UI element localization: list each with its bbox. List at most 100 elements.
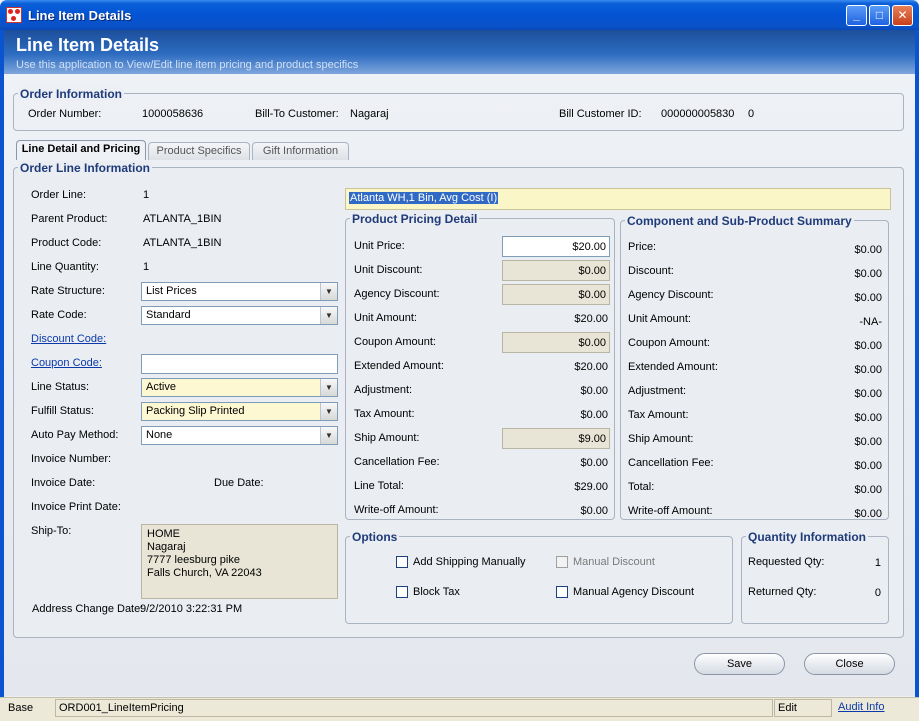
rate-structure-select[interactable]: List Prices ▼ xyxy=(141,282,338,301)
summary-amount-value: $0.00 xyxy=(854,508,882,520)
product-code-value: ATLANTA_1BIN xyxy=(143,237,222,249)
chevron-down-icon[interactable]: ▼ xyxy=(320,307,337,324)
pricing-row-label: Cancellation Fee: xyxy=(354,456,440,468)
summary-amount-value: $0.00 xyxy=(854,268,882,280)
auto-pay-method-value: None xyxy=(146,429,173,441)
audit-info-link[interactable]: Audit Info xyxy=(838,701,884,713)
quantity-information-group: Quantity Information xyxy=(741,530,889,624)
pricing-row-label: Write-off Amount: xyxy=(354,504,439,516)
pricing-row-label: Adjustment: xyxy=(354,384,413,396)
auto-pay-method-label: Auto Pay Method: xyxy=(31,429,119,441)
bill-customer-id-suffix: 0 xyxy=(748,108,755,120)
invoice-print-date-label: Invoice Print Date: xyxy=(31,501,121,513)
requested-qty-value: 1 xyxy=(874,557,881,569)
order-line-label: Order Line: xyxy=(31,189,87,201)
returned-qty-label: Returned Qty: xyxy=(748,586,817,598)
summary-row-label: Cancellation Fee: xyxy=(628,457,714,469)
invoice-date-label: Invoice Date: xyxy=(31,477,96,489)
line-status-value: Active xyxy=(146,381,176,393)
pricing-row-label: Unit Price: xyxy=(354,240,405,252)
rate-structure-label: Rate Structure: xyxy=(31,285,105,297)
chevron-down-icon[interactable]: ▼ xyxy=(320,427,337,444)
pricing-amount-value: $0.00 xyxy=(580,505,608,517)
order-line-information-legend: Order Line Information xyxy=(18,161,153,175)
bill-customer-id-value: 000000005830 xyxy=(661,108,735,120)
fulfill-status-select[interactable]: Packing Slip Printed ▼ xyxy=(141,402,338,421)
add-shipping-manually-checkbox[interactable] xyxy=(396,556,408,568)
add-shipping-manually-label: Add Shipping Manually xyxy=(413,556,526,568)
address-change-date-value: 9/2/2010 3:22:31 PM xyxy=(140,603,243,615)
requested-qty-label: Requested Qty: xyxy=(748,556,825,568)
summary-row-label: Ship Amount: xyxy=(628,433,694,445)
pricing-amount-value: $0.00 xyxy=(580,385,608,397)
minimize-button[interactable]: _ xyxy=(846,5,867,26)
line-quantity-label: Line Quantity: xyxy=(31,261,99,273)
ship-to-line: HOME xyxy=(147,528,180,540)
summary-row-label: Extended Amount: xyxy=(628,361,718,373)
pricing-row-label: Unit Discount: xyxy=(354,264,423,276)
pricing-amount-value: $20.00 xyxy=(574,361,608,373)
summary-row-label: Agency Discount: xyxy=(628,289,714,301)
status-mode: Edit xyxy=(774,699,832,717)
component-summary-legend: Component and Sub-Product Summary xyxy=(625,214,854,228)
maximize-button[interactable]: □ xyxy=(869,5,890,26)
product-pricing-detail-legend: Product Pricing Detail xyxy=(350,212,480,226)
coupon-code-link[interactable]: Coupon Code: xyxy=(31,357,102,369)
window-title-bar[interactable] xyxy=(0,0,919,30)
tab-product-specifics[interactable]: Product Specifics xyxy=(148,142,250,160)
block-tax-label: Block Tax xyxy=(413,586,460,598)
rate-code-label: Rate Code: xyxy=(31,309,87,321)
chevron-down-icon[interactable]: ▼ xyxy=(320,283,337,300)
summary-row-label: Unit Amount: xyxy=(628,313,691,325)
status-form-id: ORD001_LineItemPricing xyxy=(55,699,773,717)
summary-row-label: Price: xyxy=(628,241,657,253)
pricing-row-label: Extended Amount: xyxy=(354,360,444,372)
fulfill-status-label: Fulfill Status: xyxy=(31,405,94,417)
block-tax-checkbox[interactable] xyxy=(396,586,408,598)
rate-structure-value: List Prices xyxy=(146,285,197,297)
close-button[interactable]: Close xyxy=(804,653,895,675)
manual-discount-checkbox[interactable] xyxy=(556,556,568,568)
coupon-code-input[interactable] xyxy=(141,354,338,374)
pricing-amount-input[interactable]: $20.00 xyxy=(502,236,610,257)
tab-gift-information[interactable]: Gift Information xyxy=(252,142,349,160)
order-line-value: 1 xyxy=(143,189,150,201)
save-button[interactable]: Save xyxy=(694,653,785,675)
summary-amount-value: $0.00 xyxy=(854,388,882,400)
due-date-label: Due Date: xyxy=(214,477,264,489)
ship-to-line: 7777 leesburg pike xyxy=(147,554,240,566)
summary-amount-value: $0.00 xyxy=(854,340,882,352)
invoice-number-label: Invoice Number: xyxy=(31,453,112,465)
summary-amount-value: $0.00 xyxy=(854,460,882,472)
pricing-amount-input[interactable]: $0.00 xyxy=(502,332,610,353)
pricing-row-label: Line Total: xyxy=(354,480,404,492)
summary-amount-value: $0.00 xyxy=(854,412,882,424)
discount-code-link[interactable]: Discount Code: xyxy=(31,333,106,345)
status-base: Base xyxy=(4,699,54,717)
order-number-value: 1000058636 xyxy=(142,108,204,120)
pricing-amount-input[interactable]: $9.00 xyxy=(502,428,610,449)
product-description-field[interactable]: Atlanta WH,1 Bin, Avg Cost (I) xyxy=(345,188,891,210)
close-window-button[interactable]: ✕ xyxy=(892,5,913,26)
quantity-information-legend: Quantity Information xyxy=(746,530,868,544)
chevron-down-icon[interactable]: ▼ xyxy=(320,379,337,396)
manual-agency-discount-checkbox[interactable] xyxy=(556,586,568,598)
rate-code-select[interactable]: Standard ▼ xyxy=(141,306,338,325)
options-group: Options xyxy=(345,530,733,624)
summary-row-label: Discount: xyxy=(628,265,674,277)
auto-pay-method-select[interactable]: None ▼ xyxy=(141,426,338,445)
order-number-label: Order Number: xyxy=(28,108,102,120)
options-legend: Options xyxy=(350,530,400,544)
app-header: Line Item Details Use this application t… xyxy=(4,30,915,74)
pricing-amount-input[interactable]: $0.00 xyxy=(502,284,610,305)
summary-amount-value: $0.00 xyxy=(854,292,882,304)
summary-row-label: Total: xyxy=(628,481,655,493)
summary-row-label: Adjustment: xyxy=(628,385,687,397)
pricing-row-label: Unit Amount: xyxy=(354,312,417,324)
pricing-amount-input[interactable]: $0.00 xyxy=(502,260,610,281)
line-status-select[interactable]: Active ▼ xyxy=(141,378,338,397)
ship-to-line: Nagaraj xyxy=(147,541,186,553)
chevron-down-icon[interactable]: ▼ xyxy=(320,403,337,420)
tab-line-detail-and-pricing[interactable]: Line Detail and Pricing xyxy=(16,140,146,160)
pricing-amount-value: $0.00 xyxy=(580,409,608,421)
